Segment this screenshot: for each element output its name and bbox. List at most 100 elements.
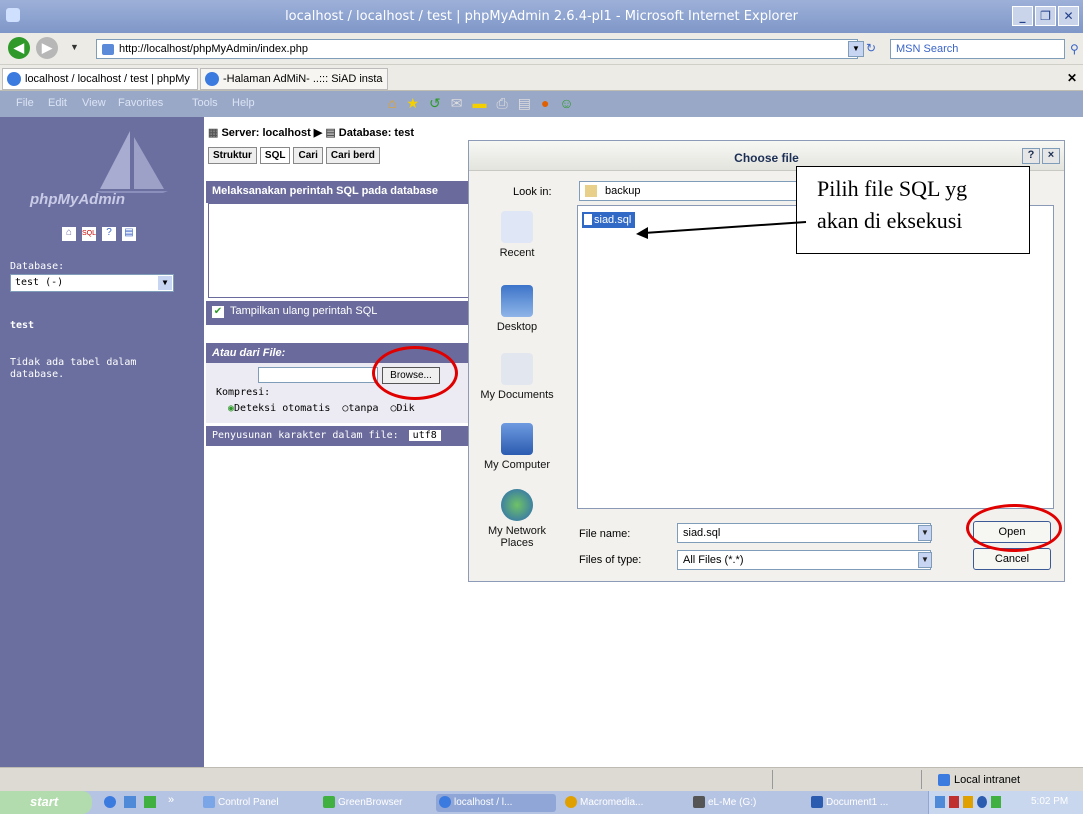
back-button[interactable]: ◀ xyxy=(8,37,30,59)
control-panel-icon xyxy=(203,796,215,808)
tab-cari-berdasarkan[interactable]: Cari berd xyxy=(325,147,380,164)
taskbar-localhost[interactable]: localhost / l... xyxy=(436,794,556,812)
show-again-checkbox[interactable]: ✔ xyxy=(212,306,224,318)
home-icon[interactable]: ⌂ xyxy=(62,227,76,241)
filename-dropdown-icon[interactable]: ▼ xyxy=(918,525,932,541)
taskbar-macromedia[interactable]: Macromedia... xyxy=(562,794,678,812)
computer-icon xyxy=(501,423,533,455)
maximize-button[interactable]: ❐ xyxy=(1035,6,1056,26)
dialog-help-button[interactable]: ? xyxy=(1022,148,1040,164)
taskbar-label: eL-Me (G:) xyxy=(708,797,757,808)
menu-edit[interactable]: Edit xyxy=(48,97,67,109)
breadcrumb: ▦ Server: localhost ▶ ▤ Database: test xyxy=(208,126,414,139)
compress-none-radio[interactable]: ○tanpa xyxy=(342,403,378,414)
history-dropdown-icon[interactable]: ▼ xyxy=(70,42,79,52)
home-icon[interactable]: ⌂ xyxy=(388,95,396,112)
taskbar-label: Control Panel xyxy=(218,797,279,808)
user-icon[interactable]: ☺ xyxy=(559,95,573,112)
sql-section-header: Melaksanakan perintah SQL pada database xyxy=(206,181,470,203)
charset-select[interactable]: utf8 xyxy=(408,430,441,441)
file-item-siad[interactable]: siad.sql xyxy=(582,212,636,228)
system-tray: 5:02 PM xyxy=(928,791,1083,814)
open-highlight-circle xyxy=(966,504,1062,552)
desktop-quicklaunch-icon[interactable] xyxy=(124,796,136,808)
tray-icon[interactable] xyxy=(963,796,973,808)
folder-icon xyxy=(585,185,597,198)
filetype-dropdown-icon[interactable]: ▼ xyxy=(918,552,932,568)
refresh-icon[interactable]: ↻ xyxy=(866,41,876,55)
favorites-icon[interactable]: ★ xyxy=(406,95,419,112)
sql-query-icon[interactable]: SQL xyxy=(82,227,96,241)
place-my-network[interactable]: My Network Places xyxy=(473,489,561,549)
compress-auto-radio[interactable]: ◉Deteksi otomatis xyxy=(228,403,330,414)
search-icon[interactable]: ⚲ xyxy=(1070,42,1079,56)
taskbar-control-panel[interactable]: Control Panel xyxy=(200,794,316,812)
place-recent[interactable]: Recent xyxy=(473,211,561,259)
search-placeholder: MSN Search xyxy=(896,43,959,55)
compress-auto-label: Deteksi otomatis xyxy=(234,403,331,414)
tray-icon[interactable] xyxy=(977,796,987,808)
query-window-icon[interactable]: ▤ xyxy=(122,227,136,241)
taskbar-label: Macromedia... xyxy=(580,797,644,808)
tray-icon[interactable] xyxy=(949,796,959,808)
folder-icon[interactable]: ▬ xyxy=(473,95,487,112)
address-field[interactable]: http://localhost/phpMyAdmin/index.php xyxy=(96,39,858,59)
tab-struktur[interactable]: Struktur xyxy=(208,147,257,164)
lookin-label: Look in: xyxy=(513,186,552,198)
search-input[interactable]: MSN Search xyxy=(890,39,1065,59)
taskbar-elme-drive[interactable]: eL-Me (G:) xyxy=(690,794,806,812)
edit-icon[interactable]: ▤ xyxy=(518,95,531,112)
place-desktop[interactable]: Desktop xyxy=(473,285,561,333)
minimize-button[interactable]: _ xyxy=(1012,6,1033,26)
tab-phpmyadmin[interactable]: localhost / localhost / test | phpMy xyxy=(2,68,198,90)
address-dropdown-icon[interactable]: ▼ xyxy=(848,41,864,57)
compress-zip-radio[interactable]: ○Dik xyxy=(391,403,415,414)
dialog-close-button[interactable]: × xyxy=(1042,148,1060,164)
breadcrumb-db[interactable]: Database: test xyxy=(339,127,414,139)
forward-button[interactable]: ▶ xyxy=(36,37,58,59)
mail-icon[interactable]: ✉ xyxy=(451,95,463,112)
desktop-icon xyxy=(501,285,533,317)
close-tab-icon[interactable]: ✕ xyxy=(1067,71,1077,85)
file-path-input[interactable] xyxy=(258,367,378,383)
sql-query-textarea[interactable] xyxy=(208,203,470,298)
tab-cari[interactable]: Cari xyxy=(293,147,323,164)
lookin-value: backup xyxy=(605,185,641,197)
place-my-documents[interactable]: My Documents xyxy=(473,353,561,401)
menu-file[interactable]: File xyxy=(16,97,34,109)
tray-icon[interactable] xyxy=(935,796,945,808)
menu-view[interactable]: View xyxy=(82,97,106,109)
tray-icon[interactable] xyxy=(991,796,1001,808)
messenger-icon[interactable]: ● xyxy=(541,95,549,112)
menu-favorites[interactable]: Favorites xyxy=(118,97,163,109)
clock[interactable]: 5:02 PM xyxy=(1031,796,1068,807)
filetype-select[interactable]: All Files (*.*) xyxy=(677,550,931,570)
file-section-title: Atau dari File: xyxy=(212,347,286,359)
compress-zip-label: Dik xyxy=(396,403,415,414)
filename-input[interactable]: siad.sql xyxy=(677,523,931,543)
breadcrumb-server[interactable]: Server: localhost xyxy=(221,127,310,139)
menu-tools[interactable]: Tools xyxy=(192,97,218,109)
current-db-link[interactable]: test xyxy=(10,320,34,331)
sql-section-title: Melaksanakan perintah SQL pada database xyxy=(212,185,438,197)
menu-help[interactable]: Help xyxy=(232,97,255,109)
database-label: Database: xyxy=(10,261,65,272)
history-icon[interactable]: ↺ xyxy=(429,95,441,112)
print-icon[interactable]: ⎙ xyxy=(497,95,508,112)
close-window-button[interactable]: ✕ xyxy=(1058,6,1079,26)
taskbar-greenbrowser[interactable]: GreenBrowser xyxy=(320,794,432,812)
more-icon[interactable]: » xyxy=(168,794,174,806)
filename-value: siad.sql xyxy=(683,527,721,539)
docs-icon[interactable]: ? xyxy=(102,227,116,241)
place-my-computer[interactable]: My Computer xyxy=(473,423,561,471)
database-select[interactable]: test (-) ▼ xyxy=(10,274,174,292)
lookin-select[interactable]: backup xyxy=(579,181,829,201)
ie-quicklaunch-icon[interactable] xyxy=(104,796,116,808)
start-button[interactable]: start xyxy=(0,791,92,814)
taskbar-document1[interactable]: Document1 ... xyxy=(808,794,908,812)
greenbrowser-quicklaunch-icon[interactable] xyxy=(144,796,156,808)
dialog-title: Choose file xyxy=(734,151,799,165)
tab-siad[interactable]: -Halaman AdMiN- ..::: SiAD insta xyxy=(200,68,388,90)
tab-sql[interactable]: SQL xyxy=(259,147,291,164)
address-url: http://localhost/phpMyAdmin/index.php xyxy=(119,43,308,55)
